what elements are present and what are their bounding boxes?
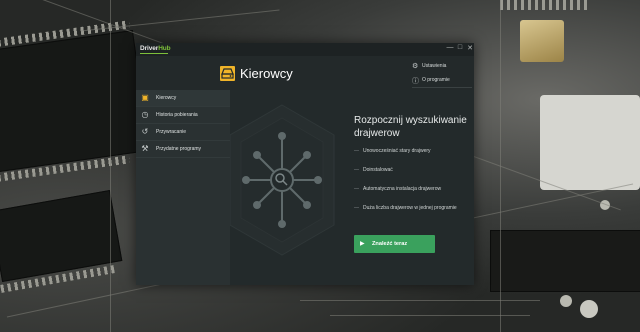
scan-button-label: Znaleźć teraz [372,241,408,247]
driver-network-icon [230,104,335,256]
app-window: DriverHub — □ ✕ Kierowcy ⚙ Ustawienia ⓘ … [136,43,474,285]
sidebar-item-useful-programs[interactable]: ⚒ Przydatne programy [136,141,230,158]
restore-icon: ↺ [141,127,149,136]
driver-box-icon [220,66,235,81]
logo-underline [140,53,168,54]
download-history-icon: ◷ [141,110,149,119]
settings-label: Ustawienia [422,63,447,69]
sidebar-item-download-history[interactable]: ◷ Historia pobierania [136,107,230,124]
settings-link[interactable]: ⚙ Ustawienia [412,63,447,70]
play-icon: ▶ [360,241,365,247]
scan-heading: Rozpocznij wyszukiwanie drajwerow [354,115,467,139]
tools-icon: ⚒ [141,144,149,153]
close-button[interactable]: ✕ [466,44,474,52]
app-logo: DriverHub [140,45,171,52]
info-icon: ⓘ [412,78,419,85]
minimize-button[interactable]: — [446,44,454,51]
scan-now-button[interactable]: ▶ Znaleźć teraz [354,235,435,253]
feature-item: — Duża liczba drajwerow w jednej programi… [354,205,457,211]
about-label: O programie [422,77,450,83]
maximize-button[interactable]: □ [456,44,464,51]
sidebar-item-label: Przywracanie [156,129,187,135]
page-title: Kierowcy [240,66,293,81]
driver-box-icon: ▣ [141,93,149,102]
sidebar: ▣ Kierowcy ◷ Historia pobierania ↺ Przyw… [136,90,230,285]
header: Kierowcy ⚙ Ustawienia ⓘ O programie [136,56,474,89]
feature-item: — Unowocześniać stary drajwery [354,148,431,154]
sidebar-item-label: Kierowcy [156,95,177,101]
about-link[interactable]: ⓘ O programie [412,77,450,85]
feature-item: — Automatyczna instalacja drajwerow [354,186,442,192]
sidebar-item-restore[interactable]: ↺ Przywracanie [136,124,230,141]
sidebar-item-drivers[interactable]: ▣ Kierowcy [136,90,230,107]
feature-item: — Doinstalować [354,167,393,173]
title-bar[interactable]: DriverHub — □ ✕ [136,43,474,56]
gear-icon: ⚙ [412,63,419,70]
sidebar-item-label: Historia pobierania [156,112,198,118]
header-divider [412,87,472,88]
sidebar-item-label: Przydatne programy [156,146,202,152]
main-content: Rozpocznij wyszukiwanie drajwerow — Unowo… [230,90,474,285]
